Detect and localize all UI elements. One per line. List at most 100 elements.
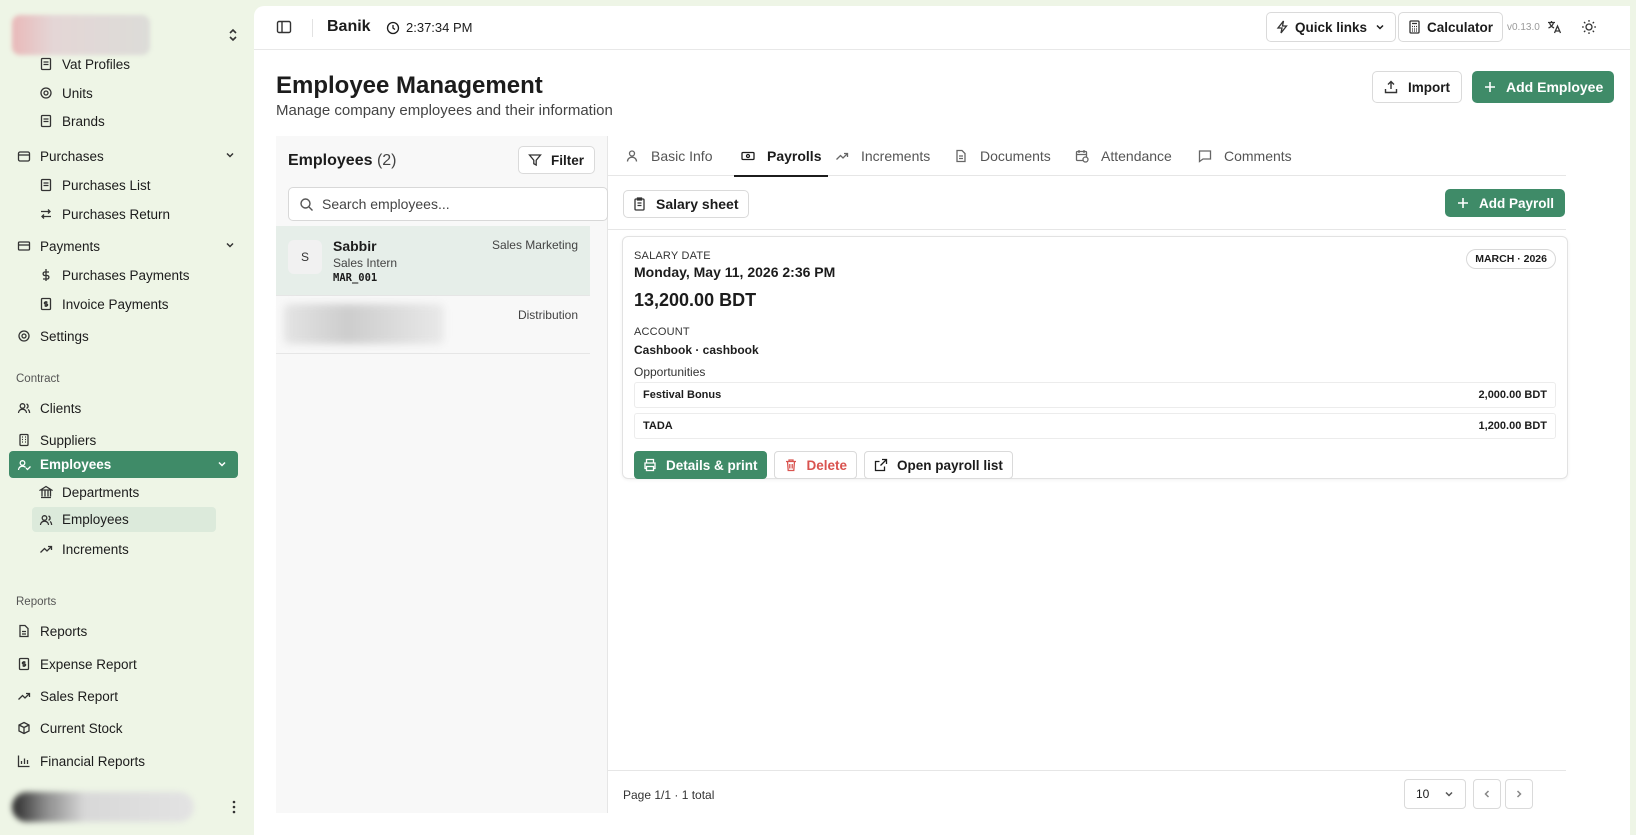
delete-label: Delete	[806, 457, 848, 473]
sidebar-item-label: Clients	[40, 400, 82, 416]
quick-links-button[interactable]: Quick links	[1266, 12, 1397, 42]
users-icon	[16, 400, 32, 416]
search-input[interactable]	[322, 196, 592, 212]
credit-card-icon	[16, 238, 32, 254]
employee-row[interactable]: Distribution	[276, 296, 590, 354]
sidebar-item-brands[interactable]: Brands	[38, 108, 105, 134]
tab-basic-info[interactable]: Basic Info	[625, 136, 712, 176]
tab-increments[interactable]: Increments	[835, 136, 930, 176]
sidebar-item-label: Sales Report	[40, 688, 119, 704]
sidebar-item-suppliers[interactable]: Suppliers	[16, 427, 96, 453]
sidebar-item-departments[interactable]: Departments	[38, 479, 139, 505]
sidebar-item-purchases-payments[interactable]: Purchases Payments	[38, 262, 190, 288]
sidebar-item-employees[interactable]: Employees	[32, 507, 216, 532]
salary-sheet-button[interactable]: Salary sheet	[623, 190, 749, 218]
sidebar-item-current-stock[interactable]: Current Stock	[16, 715, 123, 741]
sidebar-item-label: Payments	[40, 238, 101, 254]
gear-icon	[16, 328, 32, 344]
sidebar-item-financial-reports[interactable]: Financial Reports	[16, 748, 145, 774]
next-page-button[interactable]	[1505, 779, 1533, 809]
workspace-logo	[12, 15, 150, 55]
chevron-down-icon	[1443, 788, 1455, 800]
tab-payrolls[interactable]: Payrolls	[734, 136, 829, 177]
payroll-actions: Details & print Delete Open payroll list	[634, 451, 1013, 479]
add-payroll-button[interactable]: Add Payroll	[1445, 189, 1566, 217]
zap-icon	[1276, 20, 1290, 34]
translate-icon[interactable]	[1546, 19, 1564, 37]
previous-page-button[interactable]	[1473, 779, 1501, 809]
sun-icon[interactable]	[1581, 19, 1599, 37]
sidebar-item-label: Increments	[62, 541, 129, 557]
sidebar-item-label: Current Stock	[40, 720, 123, 736]
employee-row[interactable]: S Sabbir Sales Intern MAR_001 Sales Mark…	[276, 226, 590, 296]
sidebar-item-payments[interactable]: Payments	[16, 233, 238, 259]
tab-label: Comments	[1224, 148, 1292, 164]
details-print-button[interactable]: Details & print	[634, 451, 767, 479]
filter-label: Filter	[551, 152, 585, 168]
add-payroll-label: Add Payroll	[1479, 195, 1555, 211]
filter-icon	[528, 153, 542, 167]
sidebar-item-settings[interactable]: Settings	[16, 323, 89, 349]
chevrons-up-down-icon	[224, 26, 242, 44]
user-menu[interactable]	[12, 790, 242, 824]
sidebar-item-clients[interactable]: Clients	[16, 395, 81, 421]
sidebar-item-purchases-list[interactable]: Purchases List	[38, 172, 151, 198]
clock: 2:37:34 PM	[386, 20, 473, 35]
sidebar-item-vat-profiles[interactable]: Vat Profiles	[38, 51, 130, 77]
tab-attendance[interactable]: Attendance	[1075, 136, 1172, 176]
sidebar-toggle-icon[interactable]	[276, 19, 294, 37]
sidebar-item-sales-report[interactable]: Sales Report	[16, 683, 118, 709]
sidebar-item-employees-group[interactable]: Employees	[9, 451, 238, 478]
filter-button[interactable]: Filter	[518, 146, 595, 174]
import-button[interactable]: Import	[1372, 71, 1462, 103]
import-label: Import	[1408, 79, 1450, 95]
sidebar-item-label: Employees	[40, 457, 112, 472]
sidebar-item-label: Purchases Return	[62, 206, 171, 222]
bar-chart-icon	[16, 753, 32, 769]
tab-label: Basic Info	[651, 148, 713, 164]
employee-list-title-text: Employees	[288, 152, 373, 169]
more-vertical-icon[interactable]	[226, 799, 242, 815]
page-title: Employee Management	[276, 72, 543, 99]
pagination-summary: Page 1/1 · 1 total	[623, 788, 715, 802]
employee-department: Distribution	[517, 308, 578, 322]
tab-label: Attendance	[1101, 148, 1172, 164]
account-value: Cashbook · cashbook	[634, 343, 759, 357]
calculator-button[interactable]: Calculator	[1398, 12, 1504, 42]
sidebar-item-increments[interactable]: Increments	[38, 536, 129, 562]
receipt-icon	[38, 113, 54, 129]
page-size-select[interactable]: 10	[1404, 779, 1466, 809]
sidebar-item-reports[interactable]: Reports	[16, 618, 87, 644]
sidebar-item-purchases-return[interactable]: Purchases Return	[38, 201, 170, 227]
app-version: v0.13.0	[1507, 22, 1540, 33]
sidebar-item-purchases[interactable]: Purchases	[16, 143, 238, 169]
period-badge: MARCH · 2026	[1466, 249, 1556, 269]
sidebar-item-invoice-payments[interactable]: Invoice Payments	[38, 291, 169, 317]
employee-list-panel: Employees (2) Filter S Sabbir Sales Inte…	[276, 136, 608, 813]
external-link-icon	[874, 458, 888, 472]
clipboard-icon	[633, 197, 647, 211]
add-employee-button[interactable]: Add Employee	[1472, 71, 1615, 103]
sidebar-item-label: Reports	[40, 623, 88, 639]
trending-up-icon	[38, 541, 54, 557]
employee-role: Sales Intern	[333, 256, 398, 270]
sidebar-item-units[interactable]: Units	[38, 80, 93, 106]
file-icon	[16, 623, 32, 639]
workspace-switcher[interactable]	[12, 14, 242, 56]
delete-button[interactable]: Delete	[773, 451, 858, 479]
employee-name: Sabbir	[333, 238, 377, 254]
chevron-down-icon	[224, 149, 238, 163]
trending-up-icon	[835, 149, 850, 164]
sidebar-item-label: Departments	[62, 484, 140, 500]
tab-documents[interactable]: Documents	[954, 136, 1051, 176]
opportunity-amount: 1,200.00 BDT	[1478, 420, 1547, 432]
tab-comments[interactable]: Comments	[1198, 136, 1292, 176]
details-print-label: Details & print	[666, 457, 758, 473]
open-payroll-list-button[interactable]: Open payroll list	[864, 451, 1013, 479]
receipt-dollar-icon	[38, 296, 54, 312]
sidebar-item-label: Financial Reports	[40, 753, 146, 769]
salary-date: Monday, May 11, 2026 2:36 PM	[634, 264, 836, 280]
sidebar-item-expense-report[interactable]: Expense Report	[16, 651, 137, 677]
swap-icon	[38, 206, 54, 222]
employee-list-title: Employees (2)	[288, 152, 397, 170]
